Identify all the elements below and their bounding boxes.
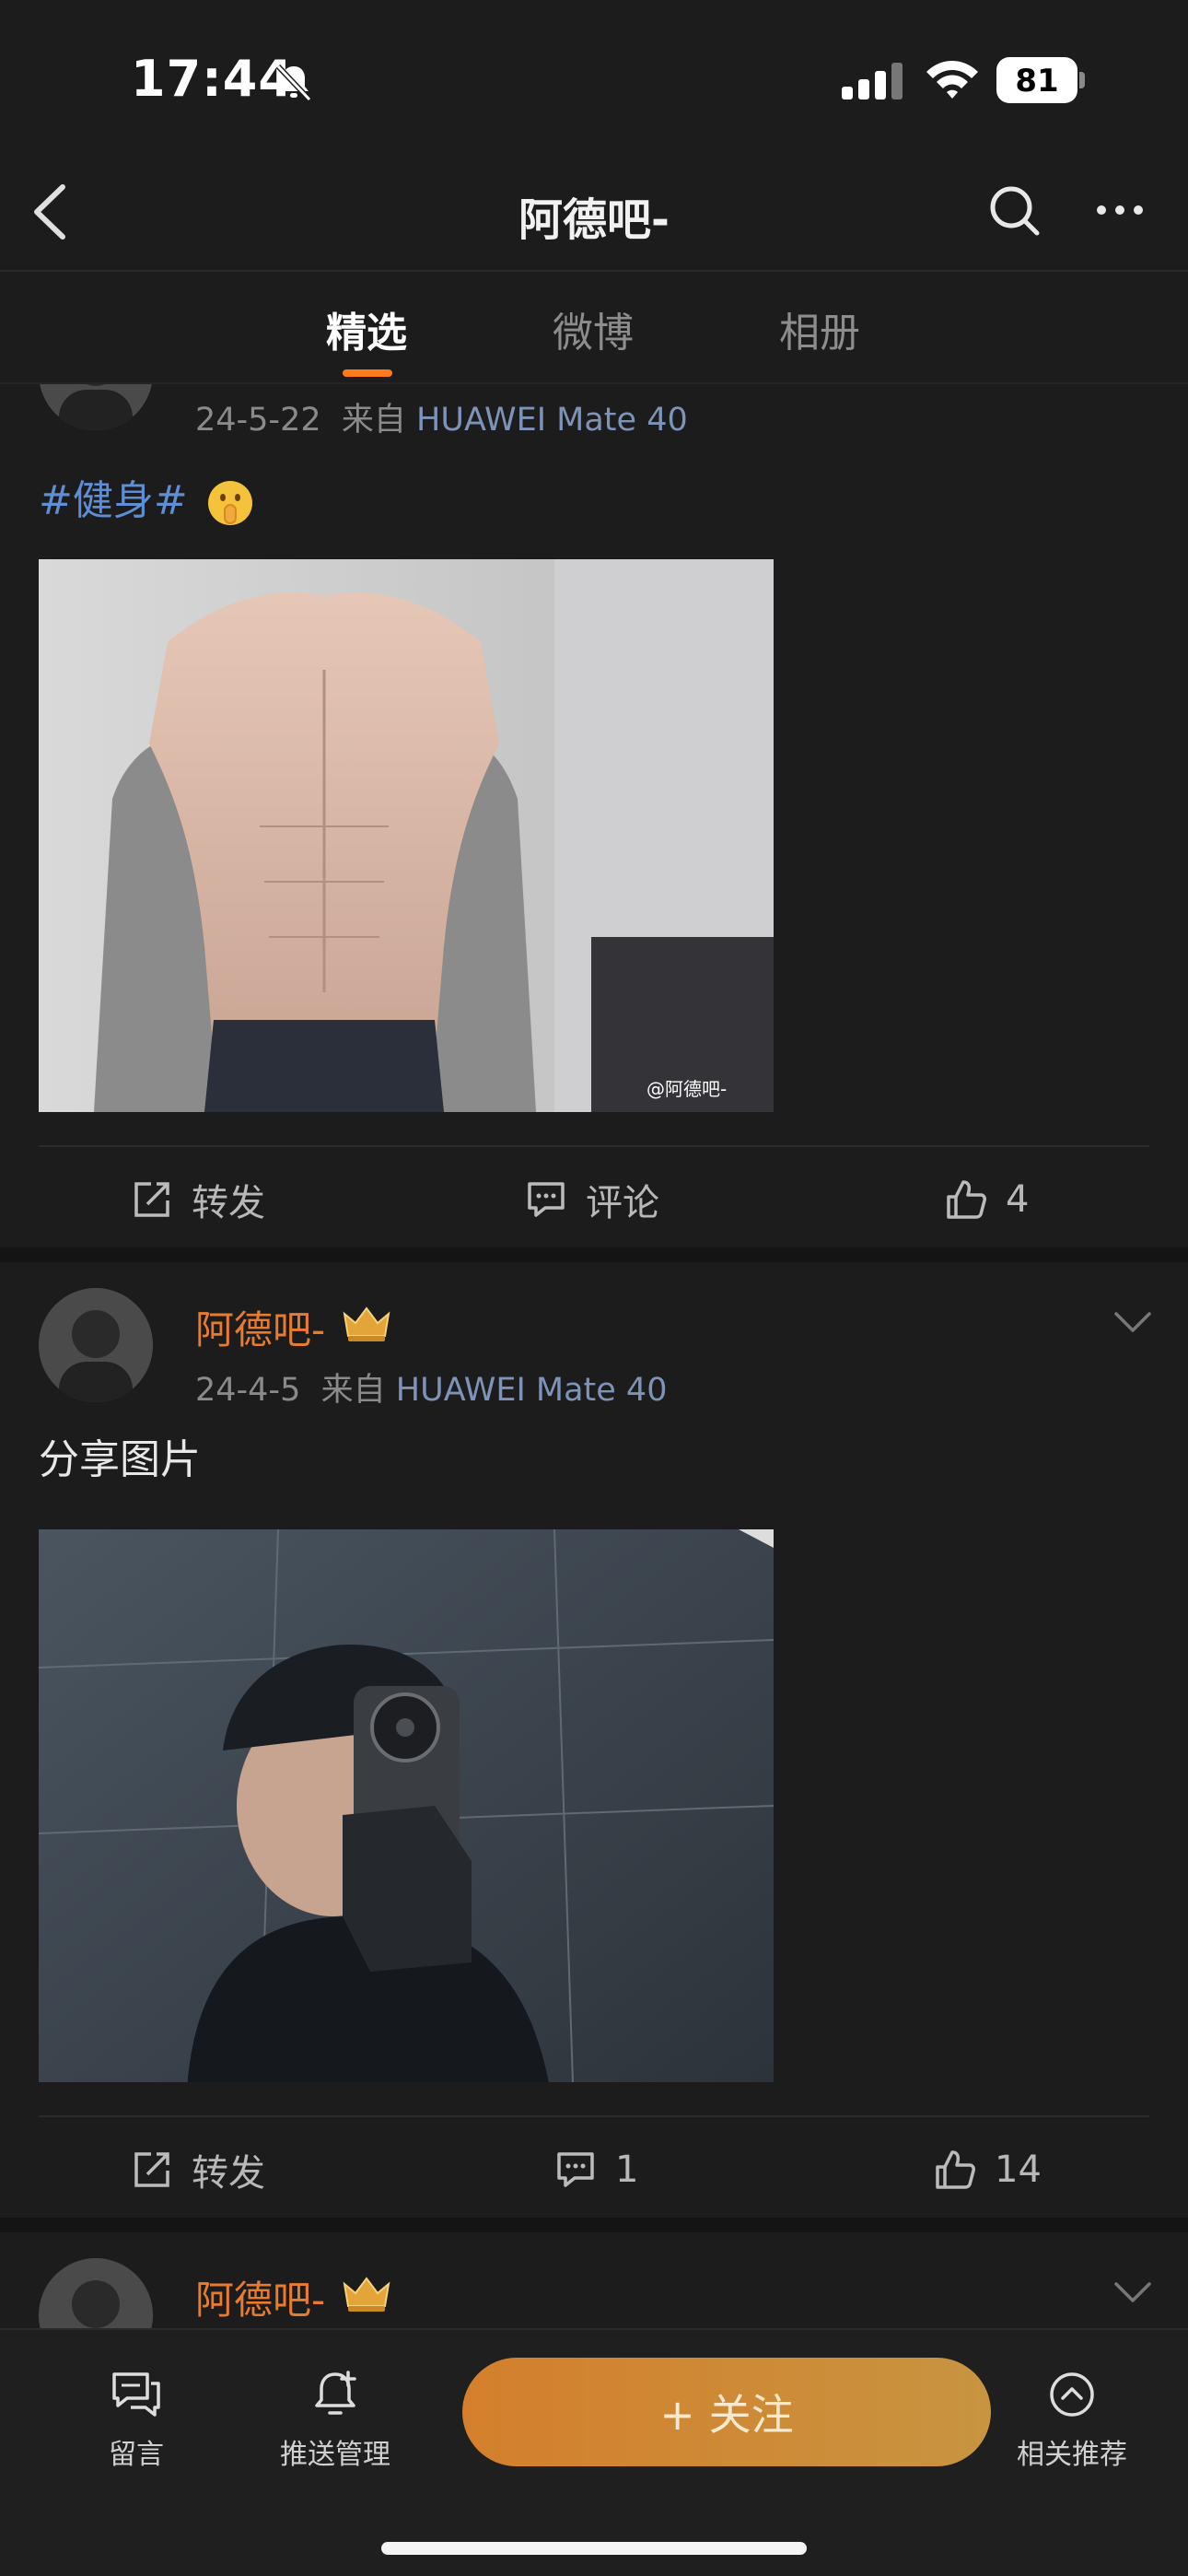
message-label: 留言 xyxy=(109,2439,164,2471)
related-recommendations-button[interactable]: 相关推荐 xyxy=(989,2367,1155,2472)
post-source-prefix: 来自 xyxy=(320,1372,386,1409)
search-icon[interactable] xyxy=(987,183,1042,239)
post-meta: 24-5-22 来自 HUAWEI Mate 40 xyxy=(195,393,688,440)
cellular-signal-icon xyxy=(842,63,903,100)
username[interactable]: 阿德吧- xyxy=(195,2269,325,2325)
comment-count: 1 xyxy=(615,2149,639,2191)
post-actions: 转发 1 14 xyxy=(0,2117,1188,2219)
post-text: #健身# xyxy=(39,467,256,529)
status-bar: 17:44 81 xyxy=(0,0,1188,152)
message-button[interactable]: 留言 xyxy=(53,2367,219,2472)
avatar[interactable] xyxy=(39,2258,153,2328)
comment-button[interactable]: 1 xyxy=(554,2145,638,2195)
post-text: 分享图片 xyxy=(39,1436,201,1483)
battery-icon: 81 xyxy=(996,57,1085,103)
repost-icon xyxy=(134,1182,169,1217)
nav-bar: 阿德吧- xyxy=(0,152,1188,270)
image-watermark: @阿德吧- xyxy=(646,1078,727,1100)
home-indicator[interactable] xyxy=(381,2542,807,2555)
push-settings-button[interactable]: 推送管理 xyxy=(252,2367,418,2472)
tab-album[interactable]: 相册 xyxy=(779,299,860,358)
repost-icon xyxy=(134,2152,169,2187)
comment-button[interactable]: 评论 xyxy=(525,1175,659,1224)
post-date: 24-5-22 xyxy=(195,402,321,439)
comment-icon xyxy=(557,2152,594,2187)
shushing-face-emoji-icon xyxy=(207,481,252,525)
bottom-bar: 留言 推送管理 + 关注 相关推荐 xyxy=(0,2328,1188,2576)
repost-button[interactable]: 转发 xyxy=(131,1175,265,1224)
related-recommendations-label: 相关推荐 xyxy=(1017,2439,1127,2471)
post-source[interactable]: HUAWEI Mate 40 xyxy=(416,402,688,439)
repost-label: 转发 xyxy=(192,2152,265,2195)
chevron-down-icon[interactable] xyxy=(1112,2278,1153,2306)
push-settings-label: 推送管理 xyxy=(280,2439,390,2471)
thumbs-up-icon xyxy=(947,1180,986,1219)
more-options-icon[interactable] xyxy=(1092,187,1147,233)
tab-featured[interactable]: 精选 xyxy=(326,299,407,358)
post-image[interactable] xyxy=(39,1529,774,2082)
crown-badge-icon xyxy=(343,2277,390,2312)
post-source[interactable]: HUAWEI Mate 40 xyxy=(396,1372,668,1409)
message-icon xyxy=(112,2372,160,2417)
post-meta: 24-4-5 来自 HUAWEI Mate 40 xyxy=(195,1364,667,1411)
username[interactable]: 阿德吧- xyxy=(195,1299,325,1355)
like-button[interactable]: 14 xyxy=(934,2145,1042,2195)
repost-button[interactable]: 转发 xyxy=(131,2145,265,2195)
like-count: 14 xyxy=(995,2149,1042,2191)
tab-weibo[interactable]: 微博 xyxy=(553,299,634,358)
bell-plus-icon xyxy=(315,2371,356,2415)
avatar[interactable] xyxy=(39,1288,153,1402)
wifi-icon xyxy=(926,61,978,99)
repost-label: 转发 xyxy=(192,1182,265,1224)
chevron-down-icon[interactable] xyxy=(1112,1308,1153,1336)
status-time: 17:44 xyxy=(131,50,294,108)
like-button[interactable]: 4 xyxy=(945,1175,1029,1224)
post-source-prefix: 来自 xyxy=(341,402,406,439)
chevron-up-circle-icon xyxy=(1050,2372,1094,2417)
comment-icon xyxy=(528,1182,565,1217)
avatar[interactable] xyxy=(39,384,153,430)
post-date: 24-4-5 xyxy=(195,1372,301,1409)
feed[interactable]: 24-5-22 来自 HUAWEI Mate 40 #健身# @阿德吧- 转发 … xyxy=(0,384,1188,2328)
tab-bar: 精选 微博 相册 xyxy=(0,272,1188,382)
post-image[interactable]: @阿德吧- xyxy=(39,559,774,1112)
active-tab-indicator xyxy=(343,369,392,377)
like-count: 4 xyxy=(1006,1178,1030,1221)
post-separator xyxy=(0,2218,1188,2232)
crown-badge-icon xyxy=(343,1306,390,1341)
hashtag-link[interactable]: #健身# xyxy=(39,477,188,524)
bell-muted-icon xyxy=(275,64,312,102)
battery-level: 81 xyxy=(1015,63,1059,100)
post-actions: 转发 评论 4 xyxy=(0,1147,1188,1248)
thumbs-up-icon xyxy=(936,2150,975,2189)
follow-button[interactable]: + 关注 xyxy=(462,2358,991,2466)
post-separator xyxy=(0,1247,1188,1262)
comment-label: 评论 xyxy=(586,1182,659,1224)
screen: 17:44 81 阿德吧- 精选 微博 相册 24-5-22 来自 HUAWEI… xyxy=(0,0,1188,2576)
